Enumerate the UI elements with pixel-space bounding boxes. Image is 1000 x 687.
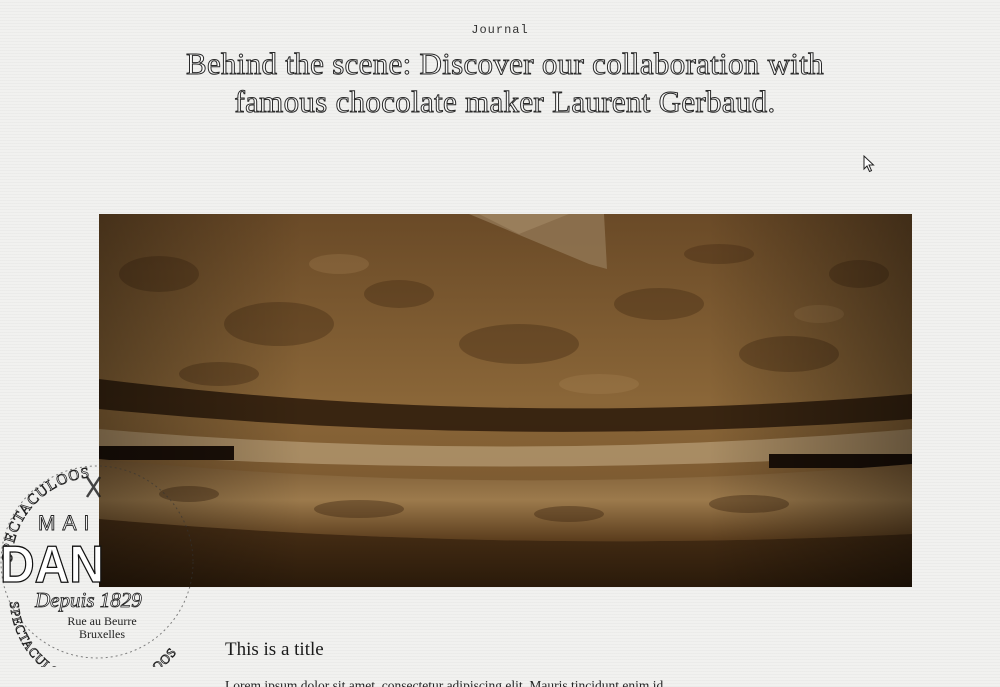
article-title: Behind the scene: Discover our collabora… <box>186 46 825 120</box>
stamp-tagline: Depuis 1829 <box>34 588 142 612</box>
stamp-address2: Bruxelles <box>79 627 125 641</box>
stamp-line1: MAI <box>38 512 96 535</box>
hero-image <box>99 214 912 587</box>
stamp-line2: DAN <box>0 536 104 594</box>
body-paragraph: Lorem ipsum dolor sit amet, consectetur … <box>225 678 664 687</box>
brand-stamp-logo: SPECTACULOOS SPECTACULOOS SPECTACULOOS M… <box>0 452 205 687</box>
stamp-address1: Rue au Beurre <box>67 614 136 628</box>
section-title: This is a title <box>225 639 324 660</box>
article-category: Journal <box>471 23 529 37</box>
mouse-cursor-icon <box>863 154 875 173</box>
